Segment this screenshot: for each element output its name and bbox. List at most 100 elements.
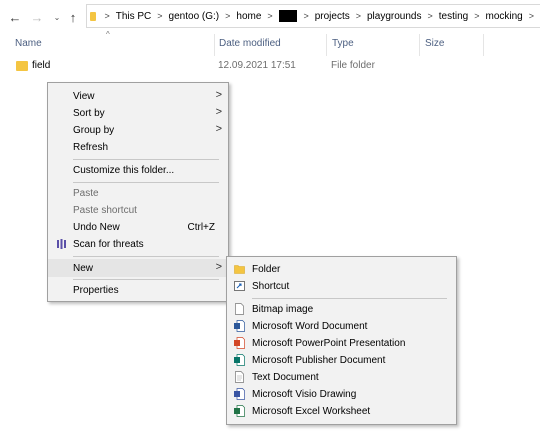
- column-header-date-modified[interactable]: Date modified: [219, 38, 281, 52]
- menu-item-undo-new[interactable]: Undo New Ctrl+Z: [48, 219, 228, 236]
- antivirus-icon: [57, 239, 66, 249]
- submenu-item-excel-worksheet[interactable]: Microsoft Excel Worksheet: [227, 403, 456, 420]
- breadcrumb-playgrounds[interactable]: playgrounds: [367, 11, 421, 22]
- bitmap-icon: [235, 303, 244, 315]
- chevron-right-icon: >: [104, 11, 110, 21]
- menu-item-scan-for-threats[interactable]: Scan for threats: [48, 236, 228, 253]
- submenu-item-powerpoint-presentation[interactable]: Microsoft PowerPoint Presentation: [227, 335, 456, 352]
- excel-icon: [234, 405, 245, 417]
- chevron-right-icon: >: [215, 106, 222, 118]
- file-date-modified: 12.09.2021 17:51: [218, 60, 296, 71]
- submenu-item-publisher-document[interactable]: Microsoft Publisher Document: [227, 352, 456, 369]
- column-divider[interactable]: [214, 34, 215, 56]
- menu-item-customize-folder[interactable]: Customize this folder...: [48, 162, 228, 179]
- menu-separator: [73, 159, 219, 160]
- menu-item-label: Text Document: [252, 372, 319, 383]
- menu-item-label: Group by: [73, 125, 115, 136]
- chevron-down-icon: ⌄: [53, 12, 61, 22]
- chevron-right-icon[interactable]: >: [356, 11, 361, 21]
- menu-item-label: Microsoft Publisher Document: [252, 355, 386, 366]
- menu-separator: [252, 298, 447, 299]
- submenu-item-folder[interactable]: Folder: [227, 261, 456, 278]
- submenu-item-shortcut[interactable]: Shortcut: [227, 278, 456, 295]
- column-divider[interactable]: [326, 34, 327, 56]
- new-submenu: Folder Shortcut Bitmap image Microsoft W…: [226, 256, 457, 425]
- menu-item-label: Shortcut: [252, 281, 290, 292]
- column-header-name[interactable]: Name: [15, 38, 42, 52]
- address-bar[interactable]: > This PC > gentoo (G:) > home > > proje…: [86, 4, 540, 28]
- submenu-item-visio-drawing[interactable]: Microsoft Visio Drawing: [227, 386, 456, 403]
- menu-item-label: Sort by: [73, 108, 105, 119]
- up-button[interactable]: ↑: [64, 6, 82, 28]
- word-icon: [234, 320, 245, 332]
- chevron-right-icon[interactable]: >: [427, 11, 432, 21]
- menu-item-label: Microsoft Excel Worksheet: [252, 406, 371, 417]
- file-type: File folder: [331, 60, 375, 71]
- forward-button[interactable]: →: [28, 6, 46, 28]
- arrow-right-icon: →: [30, 9, 44, 25]
- arrow-up-icon: ↑: [69, 9, 77, 25]
- powerpoint-icon: [234, 337, 245, 349]
- menu-item-new[interactable]: New >: [48, 259, 228, 277]
- breadcrumb-home[interactable]: home: [236, 11, 261, 22]
- submenu-item-word-document[interactable]: Microsoft Word Document: [227, 318, 456, 335]
- chevron-right-icon[interactable]: >: [474, 11, 479, 21]
- menu-item-label: Properties: [73, 285, 119, 296]
- column-header-size[interactable]: Size: [425, 38, 444, 52]
- menu-separator: [73, 279, 219, 280]
- breadcrumb-mocking[interactable]: mocking: [485, 11, 522, 22]
- menu-item-view[interactable]: View >: [48, 88, 228, 105]
- chevron-right-icon: >: [215, 123, 222, 135]
- menu-item-label: Customize this folder...: [73, 165, 175, 176]
- menu-item-paste[interactable]: Paste: [48, 185, 228, 202]
- menu-item-paste-shortcut[interactable]: Paste shortcut: [48, 202, 228, 219]
- shortcut-label: Ctrl+Z: [187, 222, 216, 233]
- folder-icon: [234, 265, 245, 274]
- menu-item-refresh[interactable]: Refresh: [48, 139, 228, 156]
- breadcrumb-this-pc[interactable]: This PC: [116, 11, 152, 22]
- visio-icon: [234, 388, 245, 400]
- menu-item-label: Microsoft Visio Drawing: [252, 389, 357, 400]
- publisher-icon: [234, 354, 245, 366]
- menu-item-label: Undo New: [73, 222, 120, 233]
- submenu-item-bitmap-image[interactable]: Bitmap image: [227, 301, 456, 318]
- arrow-left-icon: ←: [8, 9, 22, 25]
- back-button[interactable]: ←: [6, 6, 24, 28]
- menu-item-group-by[interactable]: Group by >: [48, 122, 228, 139]
- menu-item-label: Microsoft PowerPoint Presentation: [252, 338, 406, 349]
- breadcrumb-drive[interactable]: gentoo (G:): [169, 11, 220, 22]
- chevron-right-icon[interactable]: >: [303, 11, 308, 21]
- breadcrumb-testing[interactable]: testing: [439, 11, 468, 22]
- menu-item-label: Bitmap image: [252, 304, 314, 315]
- context-menu: View > Sort by > Group by > Refresh Cust…: [47, 82, 229, 302]
- menu-item-label: Scan for threats: [73, 239, 144, 250]
- breadcrumb-projects[interactable]: projects: [315, 11, 350, 22]
- file-row[interactable]: field 12.09.2021 17:51 File folder: [12, 58, 482, 74]
- menu-item-properties[interactable]: Properties: [48, 282, 228, 299]
- column-divider[interactable]: [419, 34, 420, 56]
- sort-ascending-icon: ^: [106, 30, 110, 39]
- menu-item-label: View: [73, 91, 95, 102]
- column-divider[interactable]: [483, 34, 484, 56]
- text-document-icon: [235, 371, 244, 383]
- breadcrumb-redacted[interactable]: [278, 10, 298, 22]
- menu-separator: [73, 256, 219, 257]
- menu-item-label: Paste shortcut: [73, 205, 137, 216]
- menu-item-label: Microsoft Word Document: [252, 321, 368, 332]
- chevron-right-icon[interactable]: >: [225, 11, 230, 21]
- chevron-right-icon[interactable]: >: [267, 11, 272, 21]
- menu-item-label: Folder: [252, 264, 281, 275]
- recent-locations-button[interactable]: ⌄: [51, 6, 63, 28]
- submenu-item-text-document[interactable]: Text Document: [227, 369, 456, 386]
- chevron-right-icon[interactable]: >: [157, 11, 162, 21]
- folder-icon: [90, 11, 97, 21]
- column-header-type[interactable]: Type: [332, 38, 354, 52]
- folder-icon: [16, 61, 28, 71]
- chevron-right-icon[interactable]: >: [529, 11, 534, 21]
- menu-item-label: Refresh: [73, 142, 109, 153]
- menu-separator: [73, 182, 219, 183]
- menu-item-sort-by[interactable]: Sort by >: [48, 105, 228, 122]
- file-name: field: [32, 60, 51, 71]
- menu-item-label: New: [73, 263, 94, 274]
- chevron-right-icon: >: [215, 261, 222, 273]
